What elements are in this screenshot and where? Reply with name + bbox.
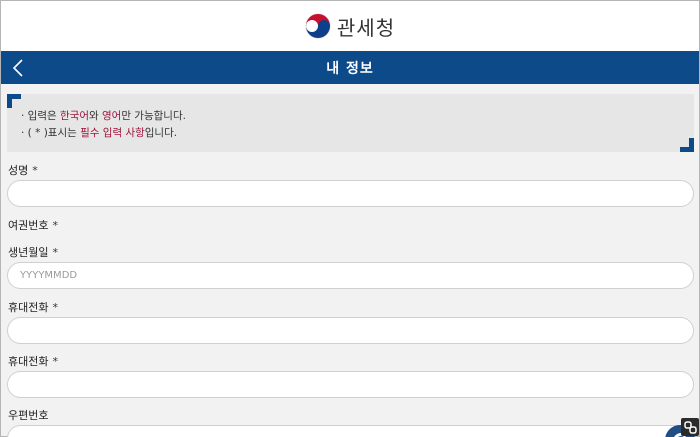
birth-date-label: 생년월일 * [8,246,58,259]
postal-code-label: 우편번호 [8,409,49,422]
notice-line-language: · 입력은 한국어와 영어만 가능합니다. [21,110,186,122]
name-label: 성명 * [8,164,38,177]
highlight-english: 영어 [101,110,122,122]
name-input[interactable] [7,180,694,207]
corner-bracket-icon [7,94,21,108]
required-mark: * [52,301,58,314]
customs-logo[interactable]: 관세청 [305,12,395,41]
back-button[interactable] [5,54,31,81]
passport-label: 여권번호 * [8,219,58,232]
mobile-phone-label-2: 휴대전화 * [8,355,58,368]
page-title: 내 정보 [326,60,374,77]
required-mark: * [52,219,58,232]
highlight-required: 필수 입력 사항 [80,127,145,139]
birth-date-input[interactable] [7,262,694,289]
required-mark: * [32,164,38,177]
link-icon [683,420,697,434]
highlight-korean: 한국어 [60,110,89,122]
postal-code-input[interactable] [7,425,694,437]
extension-badge[interactable] [681,418,699,436]
mobile-phone-input[interactable] [7,317,694,344]
required-mark: * [52,355,58,368]
notice-box: · 입력은 한국어와 영어만 가능합니다. · ( * )표시는 필수 입력 사… [7,94,694,152]
corner-bracket-icon [680,138,694,152]
notice-line-required: · ( * )표시는 필수 입력 사항입니다. [21,127,178,139]
nav-bar: 내 정보 [1,51,699,84]
logo-text: 관세청 [336,15,396,40]
chevron-left-icon [12,58,23,77]
top-logo-bar: 관세청 [1,1,699,51]
mobile-phone-label: 휴대전화 * [8,301,58,314]
taegeuk-emblem-icon [305,13,331,39]
mobile-phone-input-2[interactable] [7,371,694,398]
required-mark: * [52,246,58,259]
